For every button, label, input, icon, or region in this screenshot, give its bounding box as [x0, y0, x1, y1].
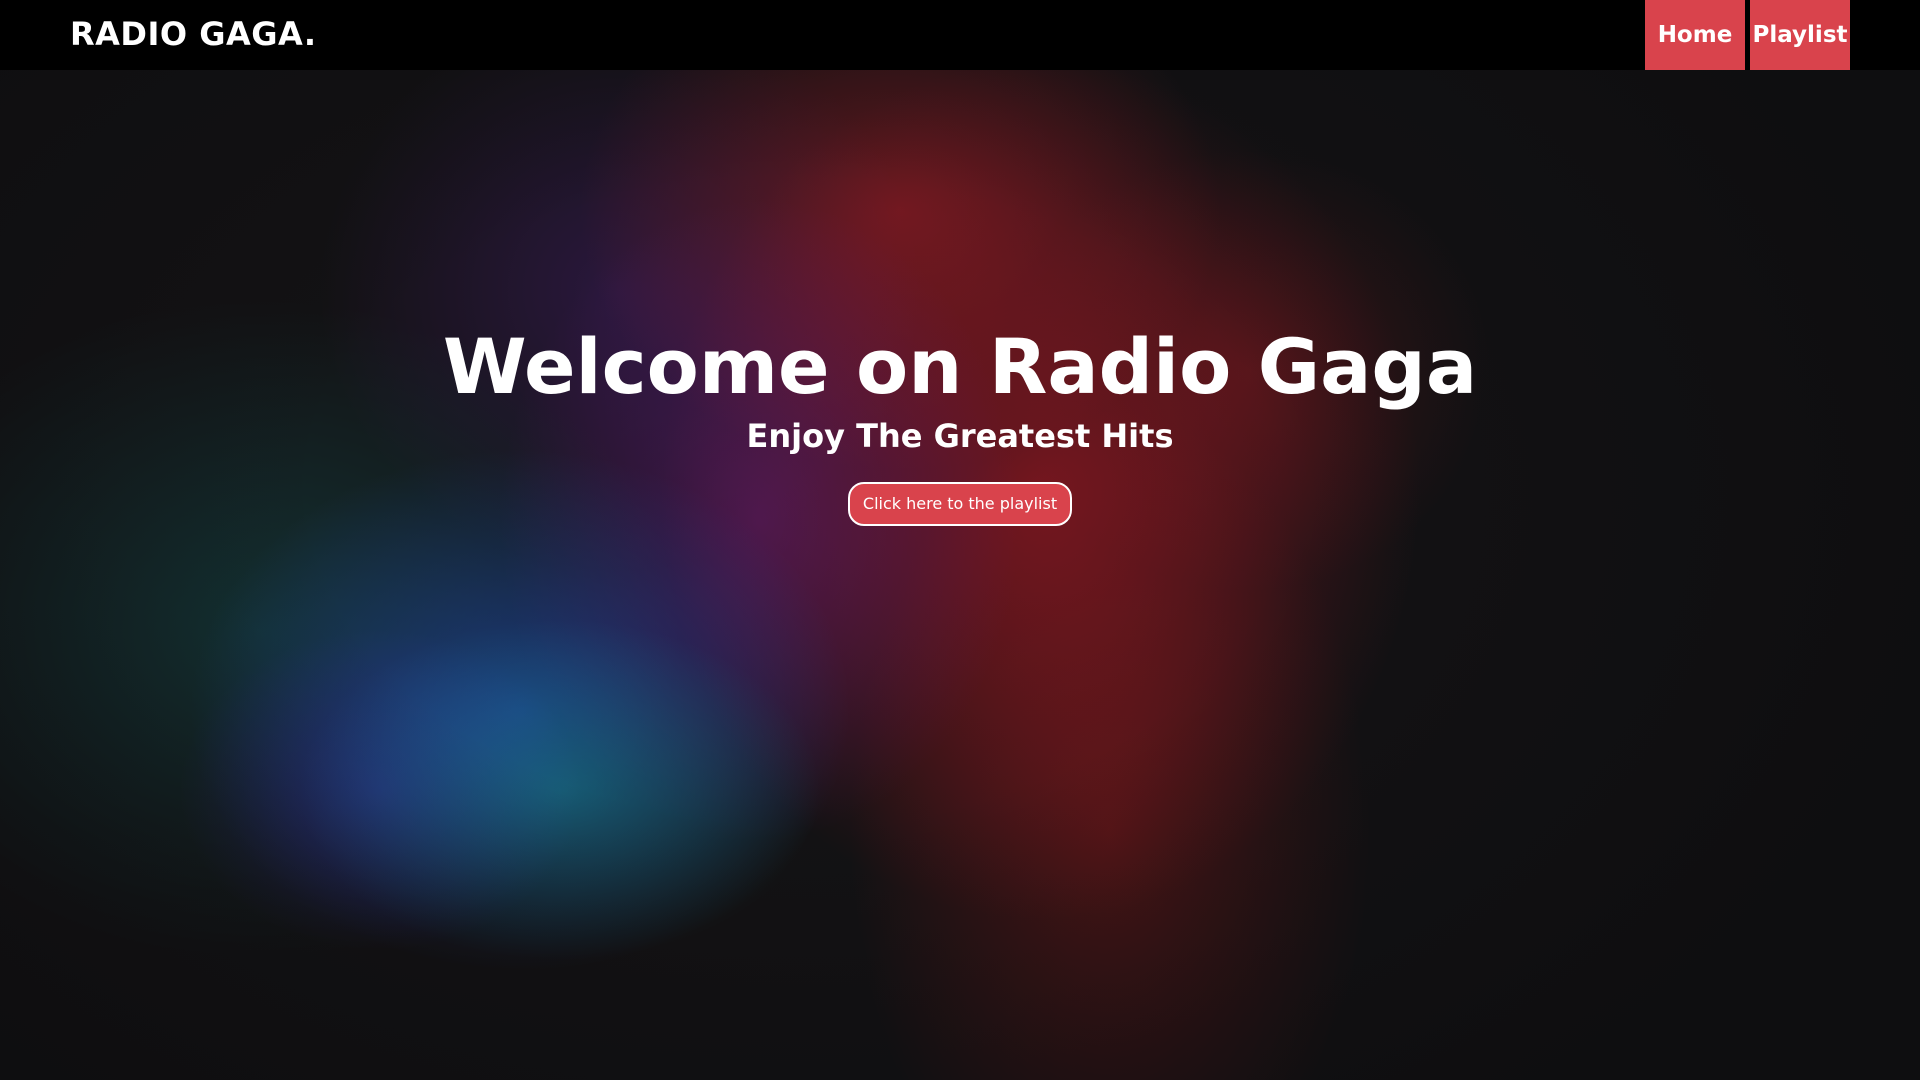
- brand-logo[interactable]: RADIO GAGA.: [70, 14, 317, 54]
- nav-link-playlist[interactable]: Playlist: [1750, 0, 1850, 70]
- hero-background-image: [0, 70, 1920, 1080]
- page: RADIO GAGA. Home Playlist Welcome on Rad…: [0, 0, 1920, 1080]
- hero-subtitle: Enjoy The Greatest Hits: [746, 417, 1174, 455]
- navbar: RADIO GAGA. Home Playlist: [0, 0, 1920, 70]
- hero-title: Welcome on Radio Gaga: [442, 322, 1478, 411]
- playlist-cta-button[interactable]: Click here to the playlist: [848, 482, 1072, 526]
- hero-section: Welcome on Radio Gaga Enjoy The Greatest…: [0, 320, 1920, 526]
- nav-link-home[interactable]: Home: [1645, 0, 1745, 70]
- nav-links: Home Playlist: [1645, 0, 1850, 70]
